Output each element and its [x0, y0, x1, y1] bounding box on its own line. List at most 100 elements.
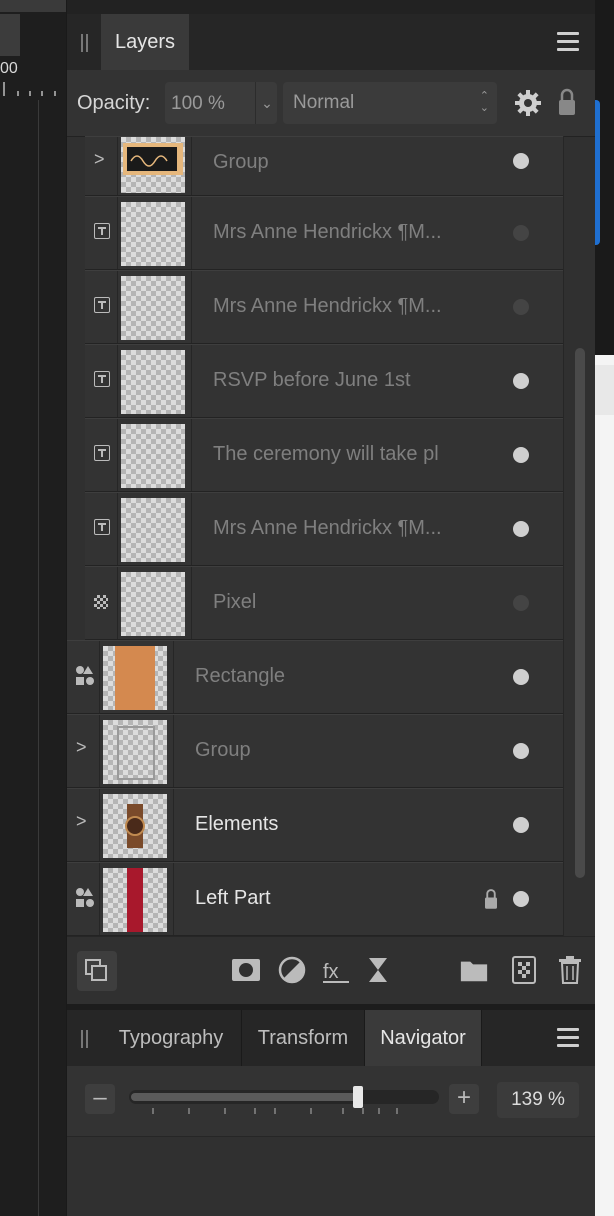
layer-row[interactable]: Mrs Anne Hendrickx ¶M... [85, 492, 563, 566]
layer-expand[interactable]: > [85, 137, 118, 195]
layers-toolbar: fx [67, 936, 595, 1005]
visibility-dot[interactable] [513, 299, 529, 315]
zoom-value-field[interactable]: 139 % [497, 1082, 579, 1118]
stack-icon [85, 959, 107, 981]
zoom-in-button[interactable]: + [449, 1084, 479, 1114]
panel-menu-icon[interactable] [557, 32, 579, 52]
chevron-down-icon[interactable]: ⌄ [255, 82, 278, 124]
layer-row[interactable]: > Group [67, 714, 563, 788]
layer-options-button[interactable] [77, 951, 117, 991]
group-thumb-art [123, 143, 183, 175]
left-part-thumb-art [127, 868, 143, 932]
visibility-dot[interactable] [513, 669, 529, 685]
ruler-ticks [3, 82, 56, 96]
shape-layer-icon [76, 666, 94, 685]
layer-row[interactable]: > Group [85, 136, 563, 196]
layer-thumbnail [121, 137, 185, 193]
zoom-slider-handle[interactable] [353, 1086, 363, 1108]
opacity-bar: Opacity: 100 % ⌄ Normal ⌃ ⌄ [67, 70, 595, 137]
layer-thumbnail [103, 720, 167, 784]
add-pixel-layer-icon[interactable] [509, 955, 539, 985]
tab-typography[interactable]: Typography [101, 1010, 242, 1066]
live-filter-icon[interactable] [363, 955, 393, 985]
layer-name: Group [195, 739, 251, 761]
canvas-document-area[interactable] [594, 355, 614, 1216]
layer-row[interactable]: RSVP before June 1st [85, 344, 563, 418]
fx-icon[interactable]: fx [321, 955, 351, 985]
tab-transform[interactable]: Transform [242, 1010, 365, 1066]
lock-icon[interactable] [483, 887, 499, 911]
rectangle-thumb-art [115, 646, 155, 710]
panel-grip-icon[interactable] [81, 1030, 89, 1048]
layer-name: RSVP before June 1st [213, 369, 411, 391]
text-layer-icon [94, 445, 110, 461]
layer-list-scrollbar[interactable] [575, 348, 585, 878]
visibility-dot[interactable] [513, 521, 529, 537]
layer-type [85, 419, 118, 491]
layer-row[interactable]: > Elements [67, 788, 563, 862]
text-layer-icon [94, 297, 110, 313]
panel-menu-icon[interactable] [557, 1028, 579, 1048]
zoom-out-button[interactable]: – [85, 1084, 115, 1114]
canvas-right-strip [594, 0, 614, 1216]
shape-layer-icon [76, 888, 94, 907]
add-group-icon[interactable] [459, 955, 489, 985]
visibility-dot[interactable] [513, 891, 529, 907]
layers-panel: Layers Opacity: 100 % ⌄ Normal ⌃ ⌄ > Gro… [66, 0, 595, 1216]
layer-row[interactable]: Mrs Anne Hendrickx ¶M... [85, 270, 563, 344]
layer-thumbnail [121, 202, 185, 266]
zoom-slider-ticks [152, 1108, 398, 1114]
text-layer-icon [94, 519, 110, 535]
layer-thumbnail-col [117, 197, 192, 269]
trash-icon[interactable] [555, 955, 585, 985]
gear-icon[interactable] [513, 88, 543, 118]
chevron-right-icon[interactable]: > [94, 149, 105, 170]
layer-row[interactable]: The ceremony will take pl [85, 418, 563, 492]
canvas-document-tab[interactable] [0, 14, 20, 56]
panel-grip-icon[interactable] [81, 34, 89, 52]
layer-thumbnail-col [117, 493, 192, 565]
visibility-dot[interactable] [513, 153, 529, 169]
adjustment-icon[interactable] [277, 955, 307, 985]
navigator-panel: – + 139 % [67, 1066, 595, 1216]
layer-name: Group [213, 151, 269, 173]
studio-tab-bar: Typography Transform Navigator [67, 1010, 595, 1066]
layer-row[interactable]: Left Part [67, 862, 563, 936]
visibility-dot[interactable] [513, 743, 529, 759]
layer-row[interactable]: Mrs Anne Hendrickx ¶M... [85, 196, 563, 270]
tab-navigator[interactable]: Navigator [365, 1010, 482, 1066]
layer-list: > Group Mrs Anne Hendrickx ¶M... Mrs Ann… [67, 136, 595, 936]
canvas-left-strip: 00 [0, 0, 66, 1216]
layer-expand[interactable]: > [67, 789, 100, 861]
chevron-right-icon[interactable]: > [76, 737, 87, 758]
ruler-value: 00 [0, 60, 18, 77]
visibility-dot[interactable] [513, 817, 529, 833]
mask-icon[interactable] [231, 955, 261, 985]
chevron-right-icon[interactable]: > [76, 811, 87, 832]
visibility-dot[interactable] [513, 225, 529, 241]
layer-thumbnail [121, 276, 185, 340]
layer-row[interactable]: Rectangle [67, 640, 563, 714]
opacity-field[interactable]: 100 % ⌄ [165, 82, 277, 124]
layer-name: Left Part [195, 887, 271, 909]
layer-type [85, 197, 118, 269]
canvas-top-bar [0, 0, 66, 12]
visibility-dot[interactable] [513, 373, 529, 389]
pixel-layer-icon [94, 595, 108, 609]
layer-type [85, 493, 118, 565]
lock-icon[interactable] [557, 86, 577, 118]
stepper-arrows-icon: ⌃ ⌄ [479, 90, 489, 114]
canvas-divider [38, 100, 39, 1216]
tab-layers[interactable]: Layers [101, 14, 189, 70]
layer-row[interactable]: Pixel [85, 566, 563, 640]
visibility-dot[interactable] [513, 447, 529, 463]
layer-thumbnail [121, 572, 185, 636]
layer-thumbnail-col [117, 419, 192, 491]
blend-mode-select[interactable]: Normal ⌃ ⌄ [283, 82, 497, 124]
visibility-dot[interactable] [513, 595, 529, 611]
layer-thumbnail-col [99, 863, 174, 935]
layer-expand[interactable]: > [67, 715, 100, 787]
panel-top-edge [67, 0, 595, 14]
layer-type [67, 641, 100, 713]
zoom-slider[interactable] [129, 1086, 439, 1108]
